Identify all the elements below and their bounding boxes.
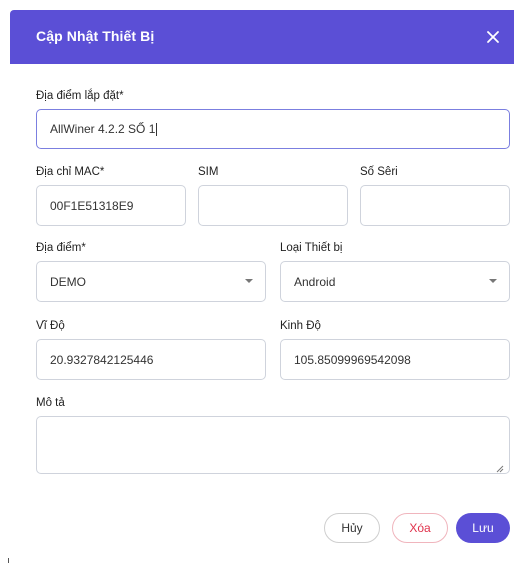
- description-label: Mô tả: [36, 397, 65, 409]
- dialog-header: Cập Nhật Thiết Bị: [10, 10, 514, 64]
- delete-button[interactable]: Xóa: [392, 513, 448, 543]
- chevron-down-icon: [245, 279, 253, 283]
- device-type-label: Loại Thiết bị: [280, 242, 343, 254]
- latitude-value: 20.9327842125446: [50, 352, 154, 367]
- corner-mark: [8, 558, 9, 563]
- mac-address-input[interactable]: 00F1E51318E9: [36, 185, 186, 226]
- close-icon[interactable]: [482, 26, 504, 48]
- cancel-button[interactable]: Hủy: [324, 513, 380, 543]
- chevron-down-icon: [489, 279, 497, 283]
- serial-label: Số Sêri: [360, 166, 398, 178]
- longitude-label: Kinh Độ: [280, 320, 321, 332]
- latitude-input[interactable]: 20.9327842125446: [36, 339, 266, 380]
- install-location-value: AllWiner 4.2.2 SỐ 1: [50, 122, 156, 136]
- serial-input[interactable]: [360, 185, 510, 226]
- mac-address-value: 00F1E51318E9: [50, 198, 134, 213]
- install-location-label: Địa điểm lắp đặt*: [36, 90, 124, 102]
- resize-grip-icon[interactable]: [496, 460, 504, 473]
- device-type-selected-value: Android: [294, 274, 336, 289]
- longitude-value: 105.85099969542098: [294, 352, 411, 367]
- sim-label: SIM: [198, 166, 219, 178]
- latitude-label: Vĩ Độ: [36, 320, 65, 332]
- location-label: Địa điểm*: [36, 242, 86, 254]
- mac-address-label: Địa chỉ MAC*: [36, 166, 105, 178]
- dialog-title: Cập Nhật Thiết Bị: [36, 28, 155, 44]
- save-button[interactable]: Lưu: [456, 513, 510, 543]
- location-select[interactable]: DEMO: [36, 261, 266, 302]
- description-textarea[interactable]: [36, 416, 510, 474]
- install-location-input[interactable]: AllWiner 4.2.2 SỐ 1: [36, 109, 510, 149]
- sim-input[interactable]: [198, 185, 348, 226]
- device-type-select[interactable]: Android: [280, 261, 510, 302]
- longitude-input[interactable]: 105.85099969542098: [280, 339, 510, 380]
- location-selected-value: DEMO: [50, 274, 86, 289]
- text-caret: [156, 122, 158, 136]
- update-device-dialog: Cập Nhật Thiết Bị Địa điểm lắp đặt* AllW…: [10, 10, 514, 555]
